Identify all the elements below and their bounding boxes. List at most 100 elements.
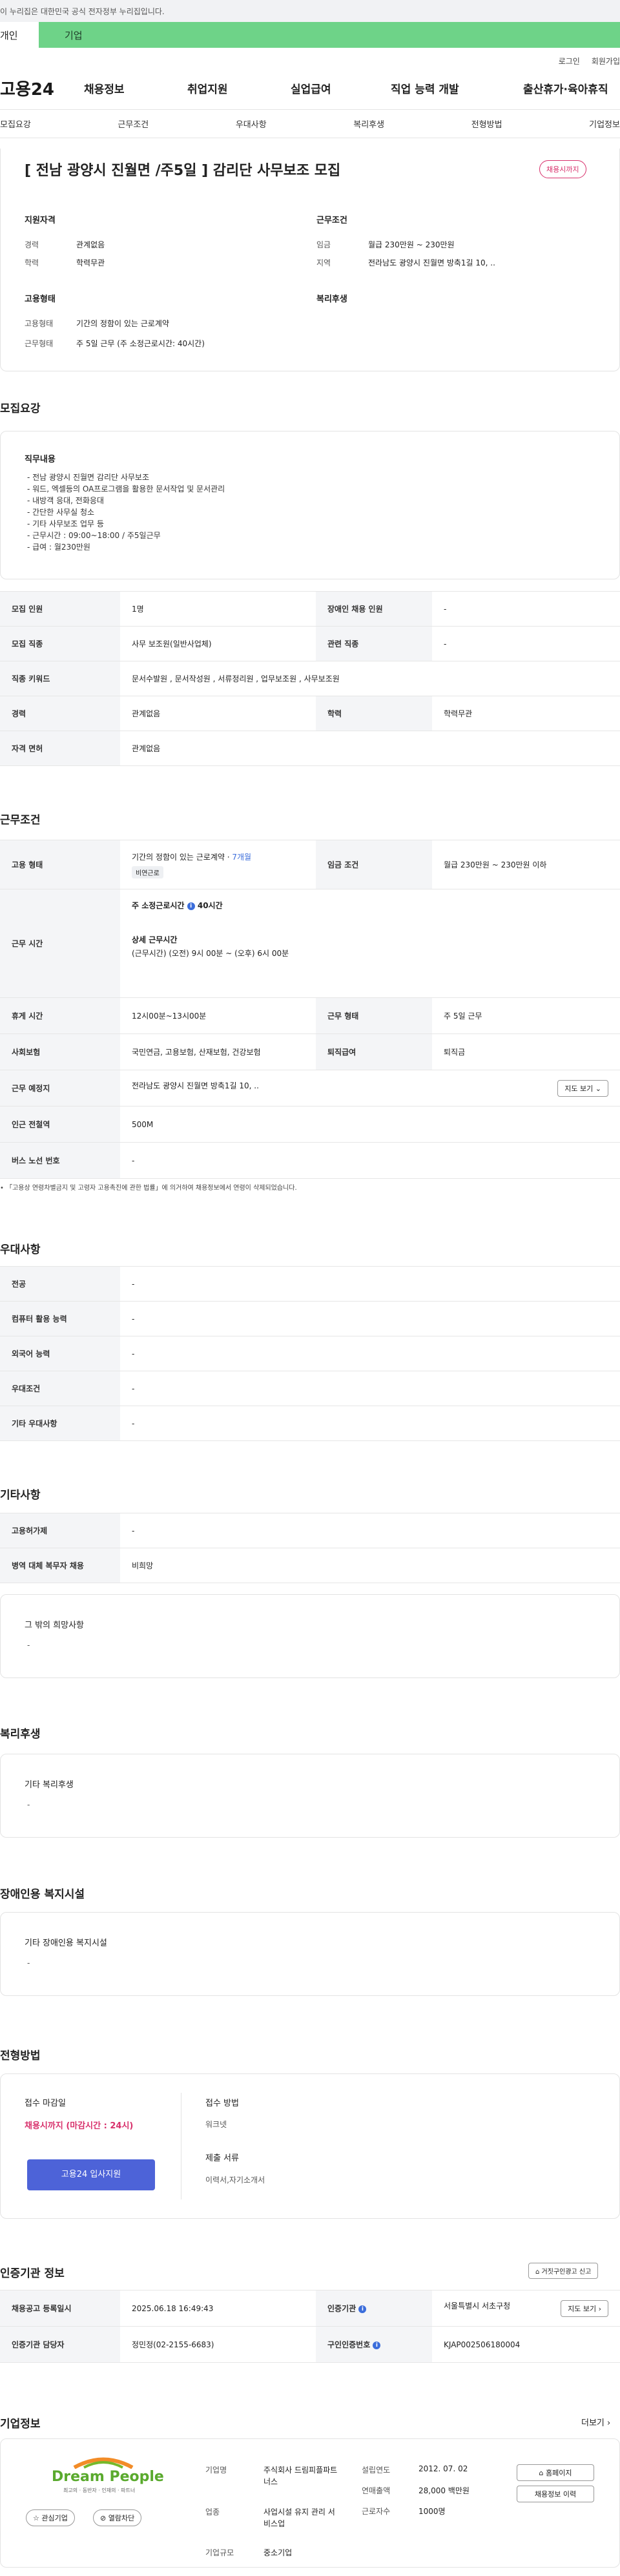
- login-link[interactable]: 로그인: [559, 56, 580, 67]
- gnb-parental-leave[interactable]: 출산휴가·육아휴직: [523, 80, 620, 96]
- cell-key: 외국어 능력: [0, 1336, 120, 1371]
- anchor-work[interactable]: 근무조건: [118, 118, 149, 130]
- star-icon: ☆: [33, 2514, 39, 2522]
- emp-period: 7개월: [232, 852, 252, 862]
- org-key: 인증기관: [327, 2304, 356, 2313]
- num-key: 구인인증번호: [327, 2340, 371, 2349]
- tab-corp[interactable]: 기업: [39, 22, 620, 48]
- est-key: 설립연도: [362, 2466, 391, 2475]
- deadline-heading: 접수 마감일: [25, 2099, 66, 2108]
- cell-value: -: [120, 1266, 620, 1302]
- time-cell: 주 소정근로시간 i 40시간 상세 근무시간 (근무시간) (오전) 9시 0…: [120, 889, 620, 998]
- cell-key: 퇴직급여: [316, 1034, 432, 1070]
- welfare-card: [0, 1754, 620, 1838]
- gov-banner: 이 누리집은 대한민국 공식 전자정부 누리집입니다.: [0, 0, 620, 22]
- age-note: • 「고용상 연령차별금지 및 고령자 고용촉진에 관한 법률」에 의거하여 채…: [0, 1182, 297, 1192]
- duty-line: - 내방객 응대, 전화응대: [27, 496, 104, 505]
- anchor-welfare[interactable]: 복리후생: [353, 118, 384, 130]
- cell-key: 우대조건: [0, 1371, 120, 1406]
- cell-value: 문서수발원 , 문서작성원 , 서류정리원 , 업무보조원 , 사무보조원: [120, 661, 620, 696]
- gov-banner-text: 이 누리집은 대한민국 공식 전자정부 누리집입니다.: [0, 7, 165, 16]
- report-button[interactable]: ⌂ 거짓구인광고 신고: [528, 2263, 599, 2279]
- name-value: 주식회사 드림피플파트너스: [264, 2466, 338, 2486]
- etc-heading: 기타사항: [0, 1489, 41, 1502]
- time-main-row: 주 소정근로시간 i 40시간: [132, 900, 608, 911]
- size-value: 중소기업: [264, 2548, 293, 2557]
- job-history-button[interactable]: 채용정보 이력: [517, 2486, 594, 2502]
- fav-label: 관심기업: [41, 2514, 68, 2522]
- anchor-company[interactable]: 기업정보: [589, 118, 620, 130]
- method-value: 워크넷: [205, 2120, 227, 2129]
- cell-value: 월급 230만원 ~ 230만원 이하: [432, 840, 620, 889]
- pref-heading: 우대사항: [0, 1243, 41, 1256]
- cell-value: -: [432, 591, 620, 627]
- welfare-heading: 복리후생: [0, 1728, 41, 1741]
- disab-card: [0, 1912, 620, 1996]
- cell-value: -: [120, 1336, 620, 1371]
- time-hours: 40시간: [197, 901, 223, 910]
- edu-value: 학력무관: [76, 258, 105, 267]
- cell-key: 채용공고 등록일시: [0, 2290, 120, 2327]
- edu-key: 학력: [25, 258, 39, 267]
- org-value: 서울특별시 서초구청: [444, 2301, 511, 2311]
- site-logo[interactable]: 고용24: [0, 76, 84, 100]
- cert-table: 채용공고 등록일시 2025.06.18 16:49:43 인증기관 i 서울특별시 …: [0, 2290, 620, 2363]
- cell-value: -: [120, 1301, 620, 1336]
- biz-key: 업종: [205, 2508, 220, 2517]
- home-icon: ⌂: [539, 2469, 544, 2477]
- anchor-pref[interactable]: 우대사항: [236, 118, 267, 130]
- gnb-employment-support[interactable]: 취업지원: [187, 80, 291, 96]
- gnb-training[interactable]: 직업 능력 개발: [391, 80, 523, 96]
- more-label: 더보기: [581, 2418, 604, 2428]
- time-main: 주 소정근로시간: [132, 901, 185, 910]
- info-icon[interactable]: i: [358, 2305, 367, 2313]
- cell-key: 기타 우대사항: [0, 1406, 120, 1441]
- duty-line: - 간단한 사무실 청소: [27, 508, 95, 517]
- company-more-link[interactable]: 더보기 ›: [581, 2416, 610, 2428]
- cell-key: 경력: [0, 696, 120, 731]
- work-heading: 근무조건: [0, 814, 41, 827]
- tab-personal[interactable]: 개인: [0, 22, 39, 48]
- info-icon[interactable]: i: [373, 2341, 381, 2349]
- cell-key: 근무 형태: [316, 997, 432, 1034]
- cell-value: 학력무관: [432, 696, 620, 731]
- chevron-right-icon: ›: [598, 2304, 601, 2313]
- fav-company-button[interactable]: ☆ 관심기업: [26, 2509, 75, 2526]
- join-link[interactable]: 회원가입: [592, 56, 620, 67]
- cell-key: 컴퓨터 활용 능력: [0, 1301, 120, 1336]
- emp-cell: 기간의 정함이 있는 근로계약 · 7개월 비연근로: [120, 840, 316, 889]
- map-button[interactable]: 지도 보기 ⌄: [557, 1079, 608, 1097]
- cell-key: 관련 직종: [316, 626, 432, 661]
- age-note-text: 「고용상 연령차별금지 및 고령자 고용촉진에 관한 법률」에 의거하여 채용정…: [6, 1185, 297, 1192]
- deadline-value: 채용시까지 (마감시간 : 24시): [25, 2121, 134, 2131]
- gnb-jobs[interactable]: 채용정보: [84, 80, 187, 96]
- anchor-recruit[interactable]: 모집요강: [0, 118, 31, 130]
- homepage-label: 홈페이지: [546, 2469, 572, 2477]
- block-icon: ⊘: [100, 2514, 107, 2522]
- biz-value: 사업시설 유지 관리 서비스업: [264, 2508, 335, 2528]
- emp-key: 고용형태: [25, 319, 54, 328]
- cell-value: 비희망: [120, 1548, 620, 1583]
- gnb-unemployment[interactable]: 실업급여: [291, 80, 391, 96]
- block-button[interactable]: ⊘ 열람차단: [93, 2509, 142, 2526]
- welfare-heading-summary: 복리후생: [316, 295, 347, 304]
- other-wish-value: -: [27, 1641, 30, 1650]
- duty-line: - 기타 사무보조 업무 등: [27, 519, 104, 528]
- homepage-button[interactable]: ⌂ 홈페이지: [517, 2464, 594, 2481]
- top-tabs: 개인 기업: [0, 22, 620, 48]
- cell-key: 고용허가제: [0, 1513, 120, 1548]
- note-bullet: •: [0, 1185, 6, 1192]
- etc-table: 고용허가제 - 병역 대체 복무자 채용 비희망: [0, 1513, 620, 1583]
- cell-value: -: [432, 626, 620, 661]
- info-icon[interactable]: i: [187, 902, 195, 910]
- anchor-selection[interactable]: 전형방법: [471, 118, 502, 130]
- cell-value: 관계없음: [120, 696, 316, 731]
- hours-key: 근무형태: [25, 339, 54, 348]
- cell-key: 근무 예정지: [0, 1070, 120, 1106]
- apply-button[interactable]: 고용24 입사지원: [27, 2159, 155, 2190]
- cell-key: 병역 대체 복무자 채용: [0, 1548, 120, 1583]
- org-map-button[interactable]: 지도 보기 ›: [561, 2300, 608, 2317]
- cell-key: 장애인 채용 인원: [316, 591, 432, 627]
- cell-key: 근무 시간: [0, 889, 120, 998]
- cell-key: 자격 면허: [0, 731, 120, 766]
